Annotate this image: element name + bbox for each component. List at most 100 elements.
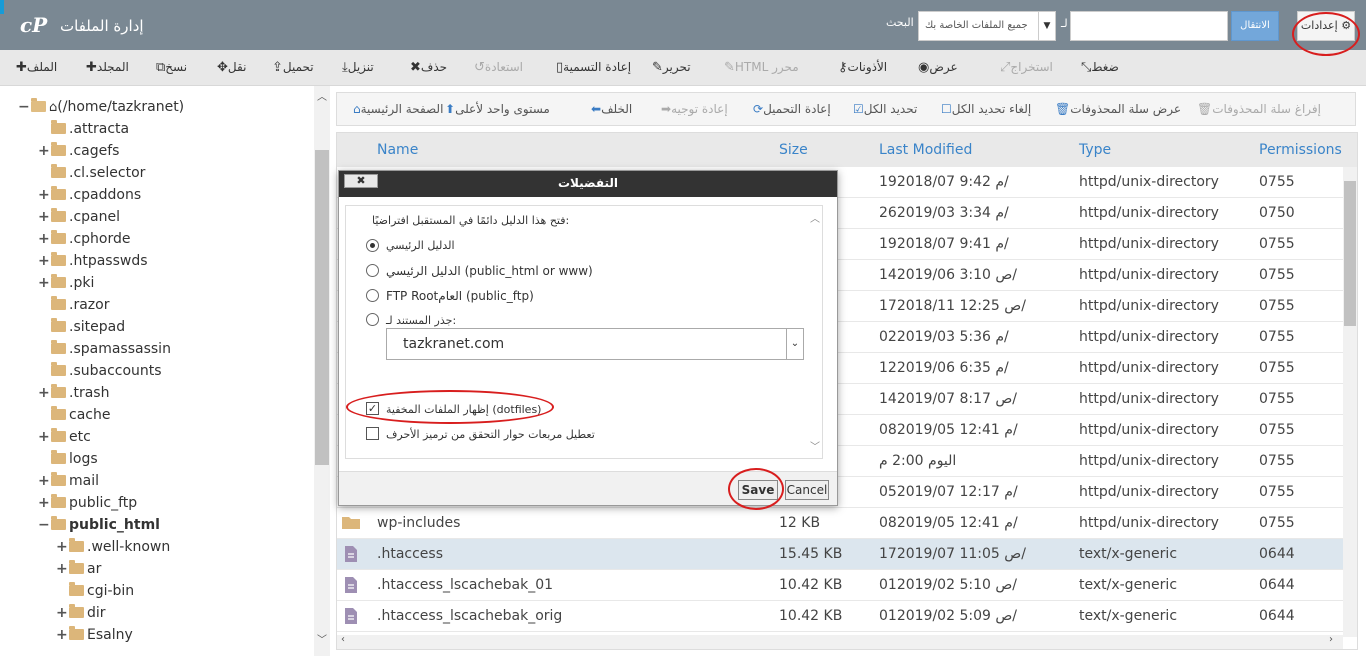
scroll-left-icon[interactable]: ‹ [341,634,345,645]
toolbar-restore-button[interactable]: ↺استعادة [470,60,523,75]
tree-item[interactable]: + ar [56,560,101,577]
col-type[interactable]: Type [1079,142,1111,158]
cancel-button[interactable]: Cancel [785,480,829,500]
nav-up-arrow-button[interactable]: ⬆مستوى واحد لأعلى [441,102,550,116]
col-name[interactable]: Name [377,142,418,158]
expand-icon[interactable]: + [38,385,50,401]
tree-item[interactable]: cgi-bin [56,582,134,599]
toolbar-download-button[interactable]: ⤓تنزيل [338,60,374,75]
tree-item[interactable]: logs [38,450,98,467]
scroll-up-icon[interactable]: ︿ [810,210,820,225]
expand-icon[interactable]: + [38,275,50,291]
radio-home[interactable] [366,239,379,252]
scroll-down-icon[interactable]: ﹀ [810,438,820,453]
tree-item[interactable]: + Esalny [56,626,133,643]
tree-item[interactable]: .razor [38,296,109,313]
domain-select[interactable]: tazkranet.com ⌄ [386,328,804,360]
disable-charset-checkbox[interactable] [366,427,379,440]
cpanel-logo[interactable]: cP [20,13,47,37]
toolbar-plus-button[interactable]: ✚الملف [12,60,57,75]
scroll-down-icon[interactable]: ﹀ [317,631,327,646]
nav-back-arrow-button[interactable]: ⬅الخلف [587,102,632,116]
tree-item[interactable]: + .htpasswds [38,252,148,269]
toolbar-eye-button[interactable]: ◉عرض [914,60,958,75]
close-button[interactable]: ✖ [344,174,378,188]
expand-icon[interactable]: + [56,539,68,555]
col-permissions[interactable]: Permissions [1259,142,1342,158]
tree-item[interactable]: cache [38,406,110,423]
tree-item[interactable]: + .trash [38,384,109,401]
nav-forward-arrow-button[interactable]: ➡إعادة توجيه [657,102,728,116]
search-input[interactable] [1070,11,1228,41]
expand-icon[interactable]: − [38,517,50,533]
tree-item[interactable]: + .cpanel [38,208,120,225]
expand-icon[interactable]: + [38,143,50,159]
radio-public-html[interactable] [366,264,379,277]
scroll-right-icon[interactable]: › [1329,634,1333,645]
expand-icon[interactable]: + [38,495,50,511]
nav-uncheck-button[interactable]: ☐إلغاء تحديد الكل [937,102,1031,116]
toolbar-move-button[interactable]: ✥نقل [213,60,246,75]
expand-icon[interactable]: + [38,187,50,203]
expand-icon[interactable]: + [56,605,68,621]
toolbar-extract-button[interactable]: ⤢استخراج [996,60,1053,75]
tree-item[interactable]: .cl.selector [38,164,145,181]
expand-icon[interactable]: + [56,561,68,577]
col-size[interactable]: Size [779,142,808,158]
nav-check-all-button[interactable]: ☑تحديد الكل [849,102,917,116]
search-scope-select[interactable]: جميع الملفات الخاصة بك ▼ [918,11,1056,41]
expand-icon[interactable]: + [38,253,50,269]
toolbar-copy-button[interactable]: ⧉نسخ [152,60,187,75]
tree-item[interactable]: .subaccounts [38,362,162,379]
tree-item[interactable]: + .cpaddons [38,186,141,203]
toolbar-rename-button[interactable]: ▯إعادة التسمية [552,60,631,75]
table-hscrollbar[interactable]: ‹ › [337,634,1343,649]
toolbar-html-editor-button[interactable]: ✎HTML محرر [720,60,799,75]
expand-icon[interactable]: + [38,473,50,489]
tree-item[interactable]: + dir [56,604,106,621]
tree-root[interactable]: − ⌂(/home/tazkranet) [18,98,184,115]
table-vscrollbar[interactable] [1343,167,1357,637]
tree-item[interactable]: + public_ftp [38,494,137,511]
tree-item[interactable]: .sitepad [38,318,125,335]
expand-icon[interactable]: + [56,627,68,643]
nav-trash-button[interactable]: 🗑إفراغ سلة المحذوفات [1193,102,1321,116]
tree-item[interactable]: − public_html [38,516,160,533]
expand-icon[interactable]: + [38,429,50,445]
toolbar-key-button[interactable]: ⚷الأذونات [834,60,887,75]
tree-item[interactable]: + mail [38,472,99,489]
table-row[interactable]: .htaccess 15.45 KB 17ص 11:05 2019/07/text/… [337,539,1343,570]
radio-public-ftp[interactable] [366,289,379,302]
toolbar-upload-button[interactable]: ⇪تحميل [268,60,314,75]
nav-home-button[interactable]: ⌂الصفحة الرئيسية [349,102,443,116]
toolbar-plus-button[interactable]: ✚المجلد [82,60,129,75]
table-row[interactable]: wp-includes 12 KB 08م 12:41 2019/05/httpd/… [337,508,1343,539]
go-button[interactable]: الانتقال [1231,11,1279,41]
table-scroll-thumb[interactable] [1344,181,1356,326]
toolbar-edit-button[interactable]: ✎تحرير [648,60,691,75]
collapse-icon[interactable]: − [18,99,30,115]
expand-icon[interactable]: + [38,209,50,225]
radio-doc-root[interactable] [366,313,379,326]
table-row[interactable]: .htaccess_lscachebak_orig 10.42 KB 01ص 5:0… [337,601,1343,632]
tree-item[interactable]: + .pki [38,274,94,291]
nav-reload-button[interactable]: ⟳إعادة التحميل [749,102,831,116]
tree-item[interactable]: + etc [38,428,91,445]
file-permissions: 0644 [1259,577,1295,593]
file-type: httpd/unix-directory [1079,236,1219,252]
tree-item[interactable]: .attracta [38,120,129,137]
toolbar-compress-button[interactable]: ⤡ضغط [1077,60,1119,75]
scroll-up-icon[interactable]: ︿ [317,88,327,103]
col-last-modified[interactable]: Last Modified [879,142,972,158]
tree-item[interactable]: + .cphorde [38,230,130,247]
tree-item[interactable]: .spamassassin [38,340,171,357]
tree-scroll-thumb[interactable] [315,150,329,465]
tree-scrollbar[interactable]: ︿ ﹀ [314,86,330,656]
tree-item[interactable]: + .well-known [56,538,170,555]
nav-trash-button[interactable]: 🗑عرض سلة المحذوفات [1051,102,1181,116]
tree-item[interactable]: + .cagefs [38,142,119,159]
toolbar-delete-button[interactable]: ✖حذف [406,60,447,75]
expand-icon[interactable]: + [38,231,50,247]
dialog-scrollbar[interactable]: ︿ ﹀ [808,210,822,454]
table-row[interactable]: .htaccess_lscachebak_01 10.42 KB 01ص 5:10 … [337,570,1343,601]
